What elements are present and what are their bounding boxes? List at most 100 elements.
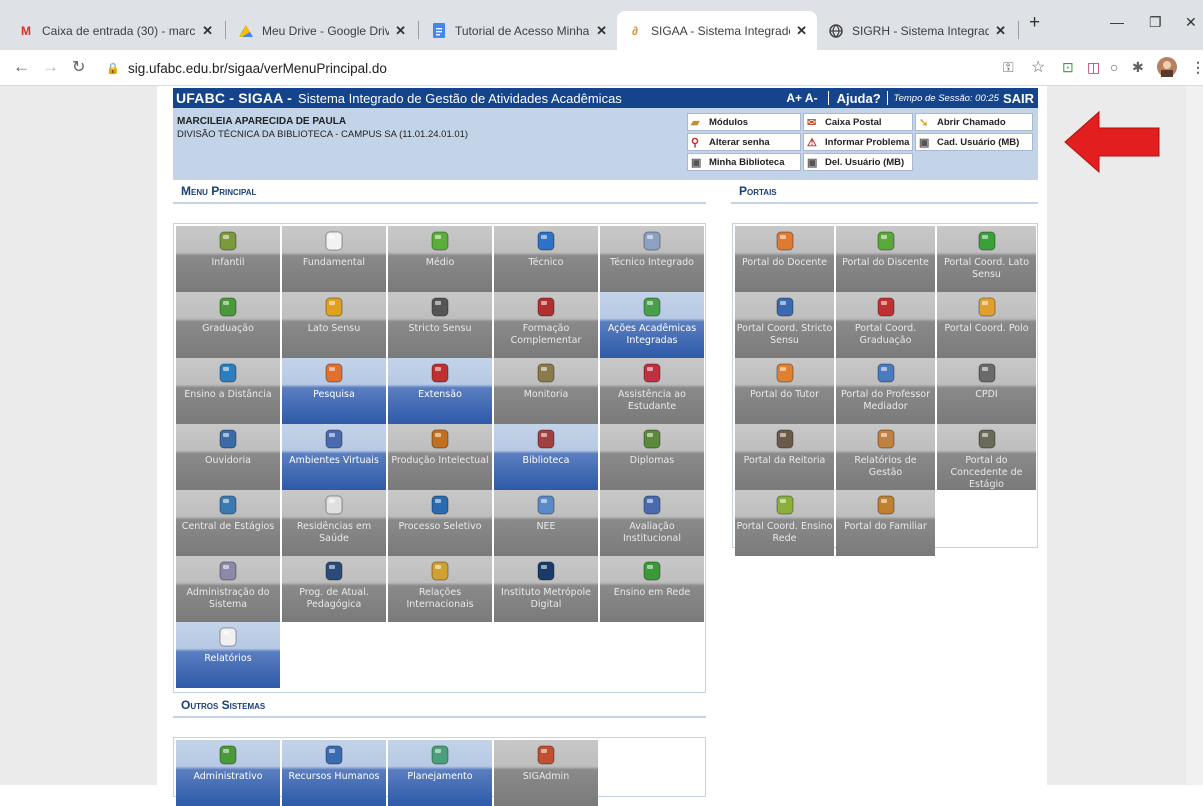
menu-tile[interactable]: Relações Internacionais <box>388 556 492 622</box>
menu-tile[interactable]: Stricto Sensu <box>388 292 492 358</box>
menu-tile[interactable]: Graduação <box>176 292 280 358</box>
more-menu-icon[interactable]: ⋮ <box>1191 59 1203 76</box>
menu-tile[interactable]: Instituto Metrópole Digital <box>494 556 598 622</box>
modulos-link[interactable]: ▰ Módulos <box>687 113 801 131</box>
menu-tile[interactable]: Técnico <box>494 226 598 292</box>
tile-label: CPDI <box>975 389 998 400</box>
tile-label: Portal Coord. Stricto Sensu <box>736 323 833 346</box>
restore-icon[interactable]: ❐ <box>1149 14 1162 31</box>
menu-tile[interactable]: Infantil <box>176 226 280 292</box>
close-icon[interactable]: ✕ <box>395 23 406 39</box>
tab-divider <box>418 21 419 39</box>
logout-link[interactable]: SAIR <box>1003 91 1034 106</box>
profile-avatar[interactable] <box>1157 57 1177 80</box>
bookmark-star-icon[interactable]: ☆ <box>1031 57 1045 77</box>
tab-drive[interactable]: Meu Drive - Google Drive ✕ <box>228 11 416 50</box>
menu-tile[interactable]: Relatórios de Gestão <box>836 424 935 490</box>
menu-tile[interactable]: Portal do Discente <box>836 226 935 292</box>
menu-tile[interactable]: Relatórios <box>176 622 280 688</box>
minha-biblioteca-link[interactable]: ▣ Minha Biblioteca <box>687 153 801 171</box>
menu-tile[interactable]: Portal Coord. Ensino Rede <box>735 490 834 556</box>
menu-tile[interactable]: Ensino a Distância <box>176 358 280 424</box>
menu-tile[interactable]: Técnico Integrado <box>600 226 704 292</box>
tile-label: Portal da Reitoria <box>743 455 826 466</box>
new-tab-button[interactable]: + <box>1029 12 1040 34</box>
menu-tile[interactable]: Ações Acadêmicas Integradas <box>600 292 704 358</box>
menu-tile[interactable]: NEE <box>494 490 598 556</box>
font-size-controls[interactable]: A+ A- <box>786 91 817 105</box>
informar-problema-link[interactable]: ⚠ Informar Problema <box>803 133 913 151</box>
window-close-icon[interactable]: ✕ <box>1185 14 1197 31</box>
back-icon[interactable]: ← <box>13 57 30 77</box>
reports-icon <box>836 426 935 452</box>
gmail-icon: M <box>21 23 31 38</box>
help-link[interactable]: Ajuda? <box>837 91 881 106</box>
menu-tile[interactable]: Prog. de Atual. Pedagógica <box>282 556 386 622</box>
menu-tile[interactable]: Portal da Reitoria <box>735 424 834 490</box>
menu-tile[interactable]: Portal do Familiar <box>836 490 935 556</box>
menu-tile[interactable]: Ensino em Rede <box>600 556 704 622</box>
cpdi-icon <box>937 360 1036 386</box>
menu-tile[interactable]: Assistência ao Estudante <box>600 358 704 424</box>
menu-tile[interactable]: Avaliação Institucional <box>600 490 704 556</box>
menu-tile[interactable]: Médio <box>388 226 492 292</box>
menu-tile[interactable]: Portal do Docente <box>735 226 834 292</box>
address-bar[interactable]: 🔒 sig.ufabc.edu.br/sigaa/verMenuPrincipa… <box>106 55 986 81</box>
forward-icon[interactable]: → <box>42 57 59 77</box>
menu-tile[interactable]: Portal Coord. Polo <box>937 292 1036 358</box>
globe-icon <box>176 360 280 386</box>
del-usuario-link[interactable]: ▣ Del. Usuário (MB) <box>803 153 913 171</box>
menu-tile[interactable]: Administrativo <box>176 740 280 806</box>
menu-tile[interactable]: Diplomas <box>600 424 704 490</box>
tab-docs[interactable]: Tutorial de Acesso Minha Biblio ✕ <box>421 11 617 50</box>
menu-tile[interactable]: SIGAdmin <box>494 740 598 806</box>
menu-tile[interactable]: Produção Intelectual <box>388 424 492 490</box>
caixa-postal-link[interactable]: ✉ Caixa Postal <box>803 113 913 131</box>
menu-tile[interactable]: Processo Seletivo <box>388 490 492 556</box>
menu-tile[interactable]: Portal Coord. Lato Sensu <box>937 226 1036 292</box>
menu-tile[interactable]: Monitoria <box>494 358 598 424</box>
tile-label: Portal do Docente <box>742 257 827 268</box>
reload-icon[interactable]: ↻ <box>72 57 85 77</box>
menu-tile[interactable]: Ouvidoria <box>176 424 280 490</box>
menu-tile[interactable]: Lato Sensu <box>282 292 386 358</box>
close-icon[interactable]: ✕ <box>995 23 1006 39</box>
menu-tile[interactable]: Administração do Sistema <box>176 556 280 622</box>
pocket-icon[interactable]: ◫ <box>1087 59 1100 76</box>
menu-tile[interactable]: Extensão <box>388 358 492 424</box>
extension-icon[interactable]: ⊡ <box>1062 59 1074 76</box>
menu-tile[interactable]: Central de Estágios <box>176 490 280 556</box>
puzzle-extensions-icon[interactable]: ✱ <box>1132 59 1144 76</box>
menu-tile[interactable]: Planejamento <box>388 740 492 806</box>
close-icon[interactable]: ✕ <box>202 23 213 39</box>
menu-tile[interactable]: Portal do Professor Mediador <box>836 358 935 424</box>
menu-tile[interactable]: Recursos Humanos <box>282 740 386 806</box>
scrollbar[interactable] <box>1186 86 1203 785</box>
opera-icon[interactable]: ○ <box>1110 59 1118 75</box>
tab-sigrh[interactable]: SIGRH - Sistema Integrado de ✕ <box>818 11 1016 50</box>
menu-tile[interactable]: Portal Coord. Stricto Sensu <box>735 292 834 358</box>
minimize-icon[interactable]: — <box>1110 14 1124 30</box>
key-icon[interactable]: ⚿ <box>1003 59 1014 76</box>
menu-tile[interactable]: Residências em Saúde <box>282 490 386 556</box>
tab-sigaa[interactable]: ∂ SIGAA - Sistema Integrado de ✕ <box>617 11 817 50</box>
tab-gmail[interactable]: M Caixa de entrada (30) - marcile ✕ <box>8 11 223 50</box>
tab-title: Caixa de entrada (30) - marcile <box>42 23 197 38</box>
people-icon <box>282 426 386 452</box>
cad-usuario-link[interactable]: ▣ Cad. Usuário (MB) <box>915 133 1033 151</box>
menu-tile[interactable]: Formação Complementar <box>494 292 598 358</box>
menu-tile[interactable]: Biblioteca <box>494 424 598 490</box>
abrir-chamado-link[interactable]: ➘ Abrir Chamado <box>915 113 1033 131</box>
coord-rede-icon <box>735 492 834 518</box>
menu-tile[interactable]: Ambientes Virtuais <box>282 424 386 490</box>
menu-tile[interactable]: Pesquisa <box>282 358 386 424</box>
alterar-senha-link[interactable]: ⚲ Alterar senha <box>687 133 801 151</box>
close-icon[interactable]: ✕ <box>796 23 807 39</box>
internship-icon <box>937 426 1036 452</box>
menu-tile[interactable]: Portal do Tutor <box>735 358 834 424</box>
menu-tile[interactable]: Portal do Concedente de Estágio <box>937 424 1036 490</box>
menu-tile[interactable]: Portal Coord. Graduação <box>836 292 935 358</box>
menu-tile[interactable]: CPDI <box>937 358 1036 424</box>
menu-tile[interactable]: Fundamental <box>282 226 386 292</box>
close-icon[interactable]: ✕ <box>596 23 607 39</box>
